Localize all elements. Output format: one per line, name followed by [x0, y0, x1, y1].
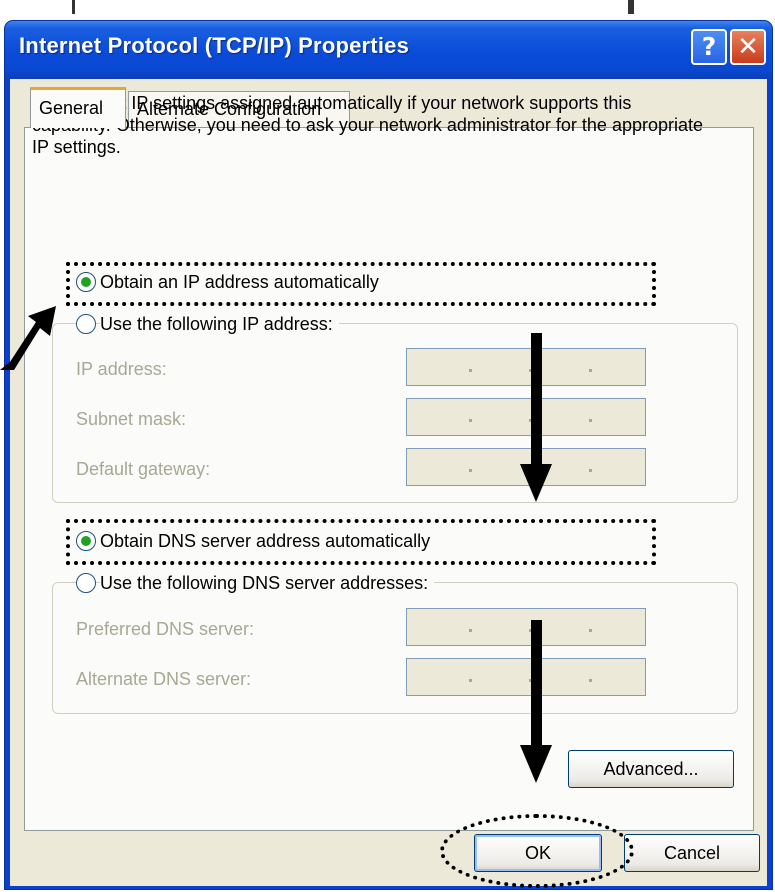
preferred-dns-label: Preferred DNS server:: [76, 619, 255, 639]
preferred-dns-input: [406, 608, 646, 646]
close-button[interactable]: ✕: [730, 29, 766, 65]
close-icon: ✕: [737, 32, 759, 62]
arrow-pointer-left: [0, 306, 56, 370]
cropped-edge-mark: [72, 0, 75, 14]
arrow-down-head: [520, 464, 552, 502]
subnet-mask-input: [406, 398, 646, 436]
alternate-dns-input: [406, 658, 646, 696]
help-icon: ?: [701, 32, 717, 61]
ip-address-label: IP address:: [76, 359, 167, 379]
arrow-down-shaft: [531, 333, 542, 467]
use-following-dns-label[interactable]: Use the following DNS server addresses:: [100, 572, 435, 594]
use-following-ip-label[interactable]: Use the following IP address:: [100, 313, 339, 335]
ip-address-input: [406, 348, 646, 386]
default-gateway-label: Default gateway:: [76, 459, 211, 479]
highlight-obtain-ip: [66, 262, 656, 306]
arrow-down-head: [520, 745, 552, 783]
window-title: Internet Protocol (TCP/IP) Properties: [19, 33, 410, 58]
tab-general[interactable]: General: [30, 87, 126, 128]
alternate-dns-label: Alternate DNS server:: [76, 669, 252, 689]
use-following-dns-radio[interactable]: [76, 573, 96, 593]
description-text: You can get IP settings assigned automat…: [32, 93, 704, 157]
cancel-button[interactable]: Cancel: [624, 834, 760, 872]
help-button[interactable]: ?: [691, 29, 727, 65]
cropped-edge-mark: [628, 0, 634, 14]
highlight-obtain-dns: [66, 519, 656, 565]
subnet-mask-label: Subnet mask:: [76, 409, 187, 429]
highlight-ok-button: [440, 814, 634, 888]
advanced-button[interactable]: Advanced...: [568, 750, 734, 788]
use-following-ip-radio[interactable]: [76, 314, 96, 334]
arrow-down-shaft: [531, 620, 542, 748]
title-bar[interactable]: Internet Protocol (TCP/IP) Properties ? …: [5, 21, 772, 79]
